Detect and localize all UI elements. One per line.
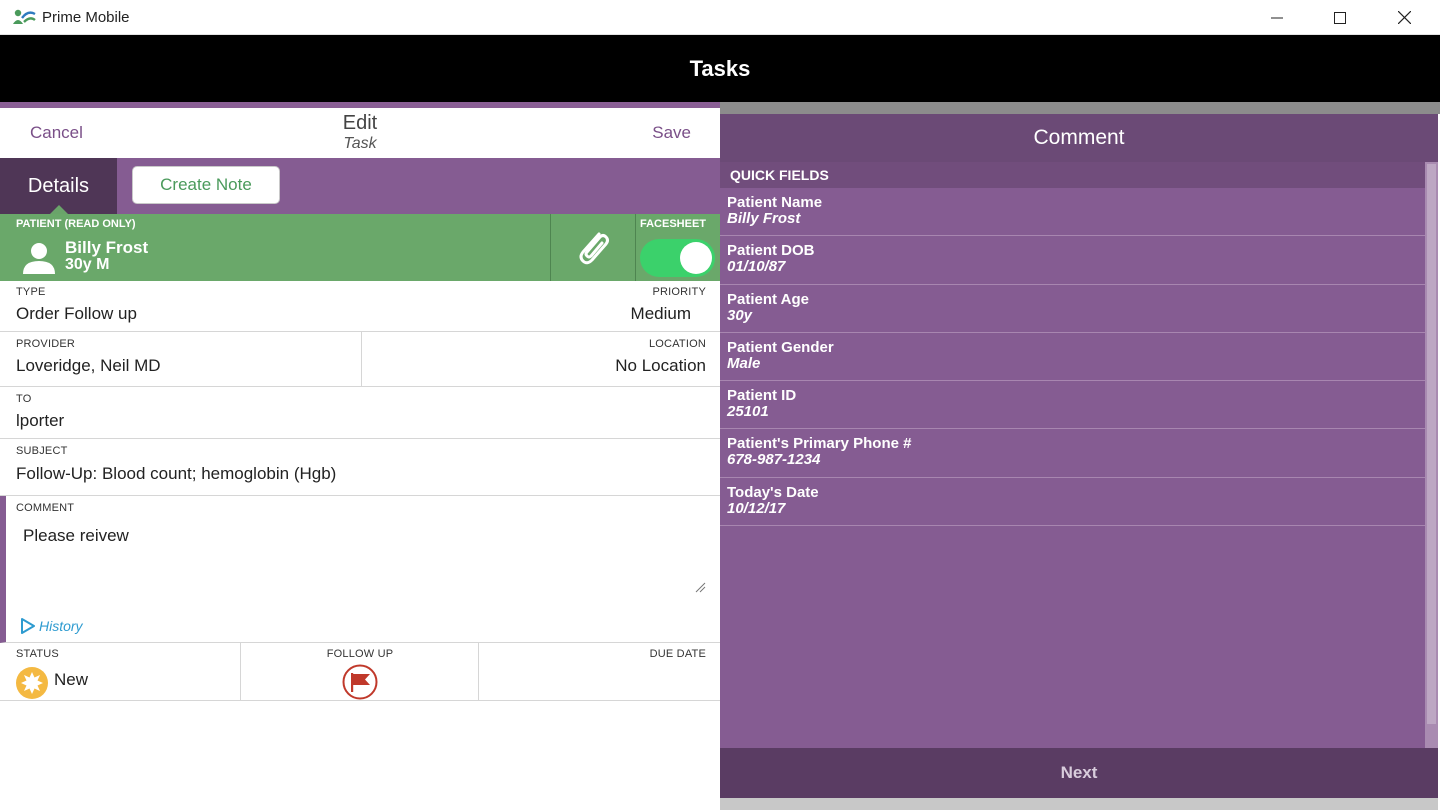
subject-field[interactable]: Follow-Up: Blood count; hemoglobin (Hgb)	[16, 464, 336, 484]
due-date-cell[interactable]: DUE DATE	[479, 643, 720, 700]
status-cell[interactable]: STATUS New	[0, 643, 241, 700]
resize-grip-icon[interactable]	[694, 580, 706, 593]
app-header: Tasks	[0, 35, 1440, 102]
panel-divider	[720, 102, 1440, 114]
patient-age-sex: 30y M	[65, 256, 110, 273]
comment-panel: Comment QUICK FIELDS Patient Name Billy …	[720, 114, 1438, 810]
quick-field-item[interactable]: Patient's Primary Phone # 678-987-1234	[720, 429, 1425, 478]
type-field[interactable]: Order Follow up	[16, 304, 137, 324]
scrollbar-thumb[interactable]	[1427, 164, 1436, 724]
quick-field-value: 25101	[727, 403, 769, 421]
history-link[interactable]: History	[20, 618, 83, 634]
edit-subtitle: Task	[343, 135, 377, 152]
quick-fields-header: QUICK FIELDS	[720, 162, 1425, 188]
status-value: New	[54, 670, 89, 689]
patient-label: PATIENT (READ ONLY)	[16, 218, 136, 230]
tab-bar: Details Create Note	[0, 158, 720, 214]
quick-field-name: Today's Date	[727, 483, 819, 501]
task-edit-panel: Cancel Edit Task Save Details Create Not…	[0, 108, 720, 810]
quick-field-name: Patient DOB	[727, 242, 815, 260]
type-priority-row: TYPE Order Follow up PRIORITY Medium	[0, 281, 720, 332]
maximize-button[interactable]	[1308, 0, 1372, 35]
quick-field-item[interactable]: Patient Age 30y	[720, 285, 1425, 333]
status-new-icon	[15, 666, 49, 700]
type-label: TYPE	[16, 286, 46, 298]
quick-field-item[interactable]: Patient Gender Male	[720, 333, 1425, 382]
follow-up-cell: FOLLOW UP	[241, 643, 479, 700]
quick-field-item[interactable]: Patient ID 25101	[720, 381, 1425, 430]
follow-up-flag-button[interactable]	[337, 664, 383, 700]
quick-field-value: 678-987-1234	[727, 451, 821, 469]
quick-field-name: Patient's Primary Phone #	[727, 435, 912, 453]
quick-field-name: Patient ID	[727, 387, 797, 405]
quick-field-value: 30y	[727, 306, 753, 324]
quick-fields-scrollbar[interactable]	[1425, 162, 1438, 748]
facesheet-label: FACESHEET	[640, 218, 707, 230]
active-tab-indicator	[50, 205, 68, 214]
quick-field-item[interactable]: Patient Name Billy Frost	[720, 188, 1425, 237]
minimize-button[interactable]	[1245, 0, 1309, 35]
patient-banner: PATIENT (READ ONLY) Billy Frost 30y M FA…	[0, 214, 720, 281]
toggle-knob	[680, 242, 712, 274]
priority-field[interactable]: Medium	[631, 304, 691, 324]
maximize-icon	[1334, 11, 1346, 24]
to-field[interactable]: lporter	[16, 411, 64, 431]
minimize-icon	[1271, 17, 1283, 18]
next-button[interactable]: Next	[720, 748, 1438, 798]
provider-label: PROVIDER	[16, 338, 76, 350]
comment-panel-title: Comment	[720, 114, 1438, 162]
quick-field-value: Male	[727, 354, 761, 372]
flag-icon	[342, 664, 378, 700]
tab-details[interactable]: Details	[0, 158, 117, 214]
location-label: LOCATION	[648, 338, 706, 350]
window-title-bar: Prime Mobile	[0, 0, 1440, 35]
subject-row: SUBJECT Follow-Up: Blood count; hemoglob…	[0, 439, 720, 496]
quick-fields-list: Patient Name Billy Frost Patient DOB 01/…	[720, 188, 1425, 527]
provider-cell[interactable]: PROVIDER Loveridge, Neil MD	[0, 332, 362, 386]
tab-details-label: Details	[27, 174, 90, 197]
quick-field-value: Billy Frost	[727, 210, 801, 227]
to-row: TO lporter	[0, 387, 720, 439]
paperclip-icon	[579, 232, 609, 264]
location-field[interactable]: No Location	[615, 356, 706, 376]
quick-field-name: Patient Name	[727, 194, 823, 211]
edit-bar: Cancel Edit Task Save	[0, 108, 720, 158]
quick-field-item[interactable]: Patient DOB 01/10/87	[720, 236, 1425, 285]
to-label: TO	[16, 393, 32, 405]
quick-field-name: Patient Gender	[727, 338, 834, 356]
edit-title: Edit	[342, 112, 378, 134]
patient-name: Billy Frost	[65, 238, 149, 257]
provider-field: Loveridge, Neil MD	[16, 356, 161, 375]
panel-footer	[720, 798, 1438, 810]
status-label: STATUS	[16, 648, 59, 660]
follow-up-label: FOLLOW UP	[326, 648, 394, 660]
quick-field-value: 10/12/17	[727, 499, 786, 517]
attachment-button[interactable]	[550, 214, 636, 281]
subject-label: SUBJECT	[16, 445, 68, 457]
comment-label: COMMENT	[16, 502, 75, 514]
play-triangle-icon	[21, 618, 35, 634]
quick-field-item[interactable]: Today's Date 10/12/17	[720, 478, 1425, 527]
priority-label: PRIORITY	[652, 286, 706, 298]
person-icon	[20, 240, 58, 276]
due-date-label: DUE DATE	[649, 648, 706, 660]
provider-location-row: PROVIDER Loveridge, Neil MD LOCATION No …	[0, 332, 720, 387]
prime-mobile-logo-icon	[12, 8, 36, 26]
history-label: History	[39, 618, 83, 634]
quick-field-name: Patient Age	[727, 290, 809, 308]
comment-row: COMMENT Please reivew History	[0, 496, 720, 643]
quick-field-value: 01/10/87	[727, 258, 786, 276]
close-button[interactable]	[1372, 0, 1436, 35]
status-row: STATUS New FOLLOW UP DUE DATE	[0, 643, 720, 701]
close-icon	[1397, 11, 1411, 24]
facesheet-toggle[interactable]	[640, 239, 715, 277]
create-note-button[interactable]: Create Note	[132, 166, 280, 204]
comment-textarea[interactable]: Please reivew	[23, 526, 129, 546]
window-title: Prime Mobile	[42, 9, 130, 26]
page-title: Tasks	[689, 55, 751, 81]
save-button[interactable]: Save	[652, 123, 691, 143]
